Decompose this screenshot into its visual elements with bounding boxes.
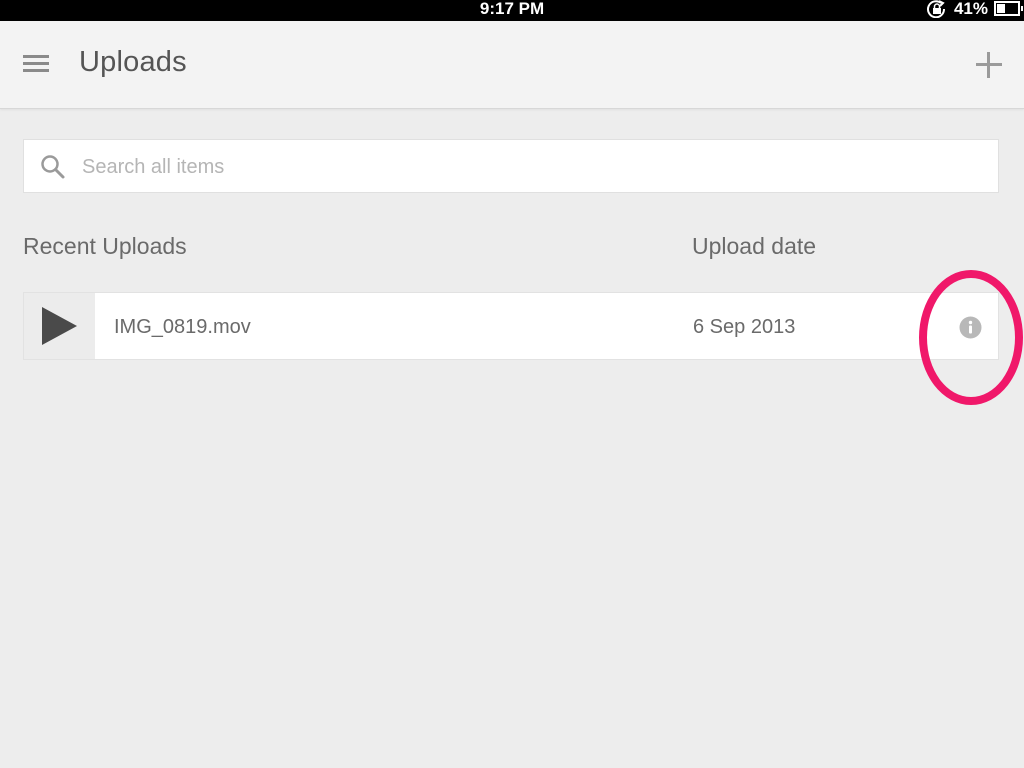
search-icon	[41, 155, 65, 179]
app-header: Uploads	[0, 21, 1024, 109]
file-name: IMG_0819.mov	[114, 316, 251, 338]
play-icon	[42, 307, 77, 345]
battery-fill	[997, 4, 1005, 13]
search-box[interactable]	[23, 139, 999, 194]
status-bar: 9:17 PM 41%	[0, 0, 1024, 21]
search-input[interactable]	[80, 140, 984, 194]
upload-row[interactable]: IMG_0819.mov 6 Sep 2013	[23, 292, 999, 360]
video-thumbnail[interactable]	[24, 293, 95, 359]
add-icon[interactable]	[976, 52, 1002, 78]
battery-icon	[994, 1, 1023, 16]
page-title: Uploads	[79, 46, 187, 78]
highlight-annotation-circle	[919, 270, 1023, 405]
battery-percent: 41%	[953, 0, 988, 18]
recent-uploads-header: Recent Uploads	[23, 233, 187, 259]
status-time: 9:17 PM	[479, 0, 545, 18]
upload-date-header[interactable]: Upload date	[692, 233, 816, 260]
file-upload-date: 6 Sep 2013	[693, 316, 796, 338]
rotation-lock-icon	[926, 0, 945, 18]
hamburger-menu-icon[interactable]	[23, 55, 49, 73]
status-indicators: 41%	[926, 0, 1023, 21]
